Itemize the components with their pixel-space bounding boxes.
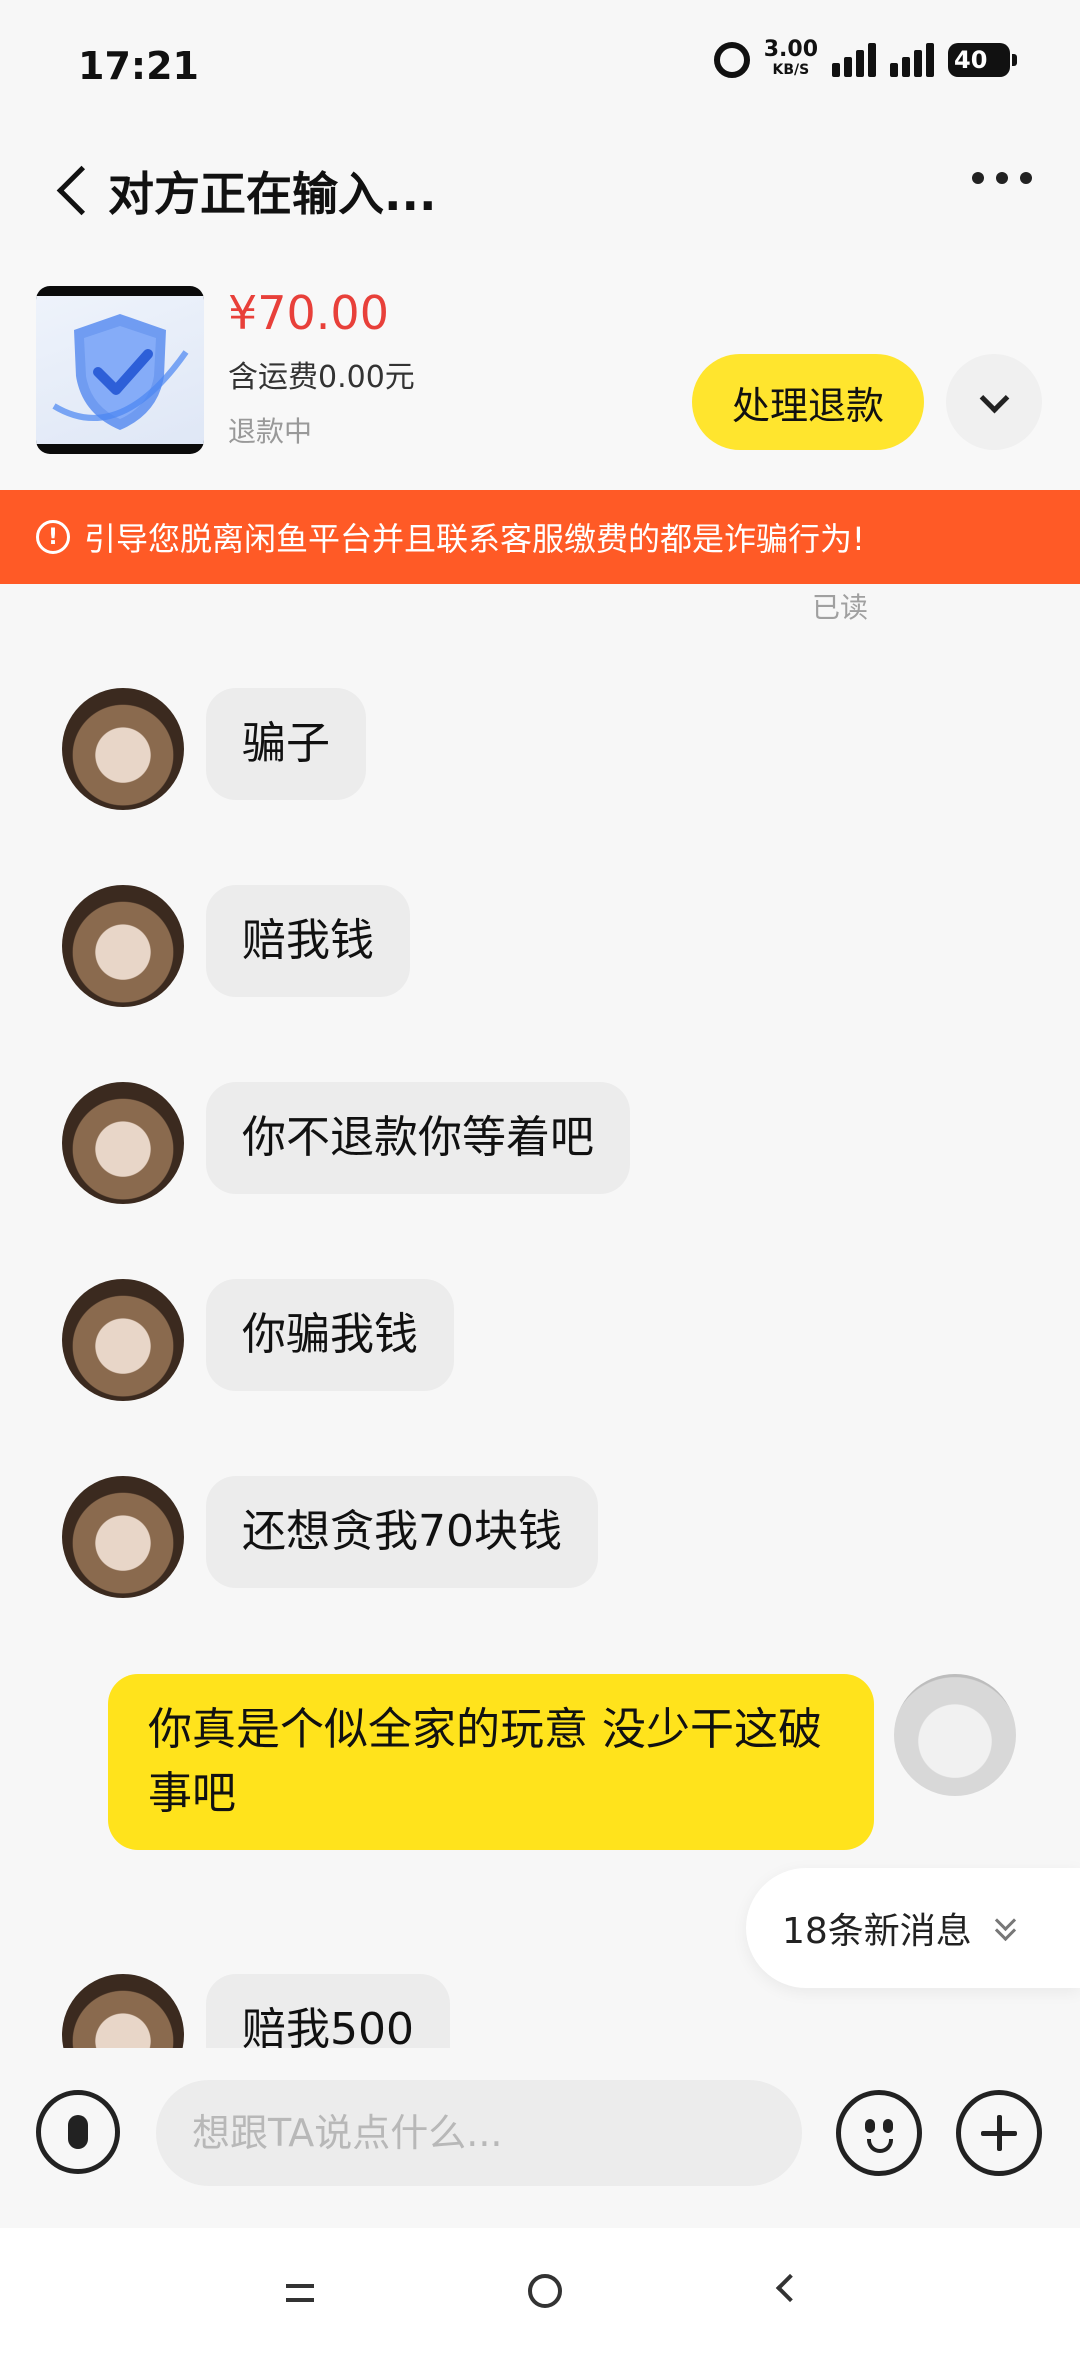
product-thumbnail[interactable] xyxy=(36,286,204,454)
chevrons-down-icon xyxy=(990,1913,1020,1943)
network-speed-value: 3.00 xyxy=(763,37,818,62)
message-bubble[interactable]: 你真是个似全家的玩意 没少干这破事吧 xyxy=(108,1674,874,1850)
home-icon[interactable] xyxy=(528,2274,562,2308)
chevron-down-icon[interactable] xyxy=(946,354,1042,450)
refund-status: 退款中 xyxy=(228,415,313,448)
avatar[interactable] xyxy=(62,688,184,810)
battery-level: 40 xyxy=(954,46,988,74)
scam-warning-banner: ! 引导您脱离闲鱼平台并且联系客服缴费的都是诈骗行为! xyxy=(0,490,1080,584)
order-price: ¥70.00 xyxy=(228,286,389,340)
input-bar xyxy=(0,2048,1080,2228)
order-card: ¥70.00 含运费0.00元 退款中 处理退款 xyxy=(0,250,1080,490)
chat-header: 对方正在输入... xyxy=(0,130,1080,250)
avatar[interactable] xyxy=(62,885,184,1007)
status-time: 17:21 xyxy=(78,44,199,88)
battery-icon: 40 xyxy=(948,43,1017,77)
chat-area[interactable]: 已读 骗子 赔我钱 你不退款你等着吧 你骗我钱 还想贪我70块钱 你真是个似全家… xyxy=(0,584,1080,2048)
new-messages-label: 18条新消息 xyxy=(782,1911,972,1952)
page-title: 对方正在输入... xyxy=(108,167,437,221)
new-messages-button[interactable]: 18条新消息 xyxy=(746,1868,1080,1988)
alarm-icon xyxy=(713,42,750,78)
microphone-icon[interactable] xyxy=(36,2090,120,2174)
status-icons: 3.00 KB/S 40 xyxy=(713,37,1017,80)
read-receipt: 已读 xyxy=(812,591,869,624)
message-input[interactable] xyxy=(156,2080,802,2186)
avatar[interactable] xyxy=(62,1476,184,1598)
message-bubble[interactable]: 赔我500 xyxy=(206,1974,450,2048)
avatar[interactable] xyxy=(62,1279,184,1401)
back-icon[interactable] xyxy=(52,160,112,220)
signal-icon xyxy=(890,43,934,77)
message-bubble[interactable]: 你不退款你等着吧 xyxy=(206,1082,630,1194)
shipping-fee: 含运费0.00元 xyxy=(228,360,415,395)
signal-icon xyxy=(832,43,876,77)
avatar[interactable] xyxy=(62,1974,184,2048)
avatar[interactable] xyxy=(62,1082,184,1204)
message-bubble[interactable]: 你骗我钱 xyxy=(206,1279,454,1391)
avatar[interactable] xyxy=(894,1674,1016,1796)
process-refund-button[interactable]: 处理退款 xyxy=(692,354,924,450)
shield-check-icon xyxy=(52,314,189,430)
message-bubble[interactable]: 还想贪我70块钱 xyxy=(206,1476,598,1588)
emoji-icon[interactable] xyxy=(836,2090,922,2176)
recent-apps-icon[interactable] xyxy=(286,2284,314,2302)
plus-icon[interactable] xyxy=(956,2090,1042,2176)
message-bubble[interactable]: 骗子 xyxy=(206,688,366,800)
message-bubble[interactable]: 赔我钱 xyxy=(206,885,410,997)
network-speed: 3.00 KB/S xyxy=(763,37,818,80)
back-nav-icon[interactable] xyxy=(775,2273,805,2303)
more-options-icon[interactable] xyxy=(972,172,1032,184)
network-speed-unit: KB/S xyxy=(772,62,810,78)
status-bar: 17:21 3.00 KB/S 40 xyxy=(0,0,1080,130)
warning-text: 引导您脱离闲鱼平台并且联系客服缴费的都是诈骗行为! xyxy=(84,520,865,558)
system-nav-bar xyxy=(0,2228,1080,2362)
warning-icon: ! xyxy=(36,520,70,554)
